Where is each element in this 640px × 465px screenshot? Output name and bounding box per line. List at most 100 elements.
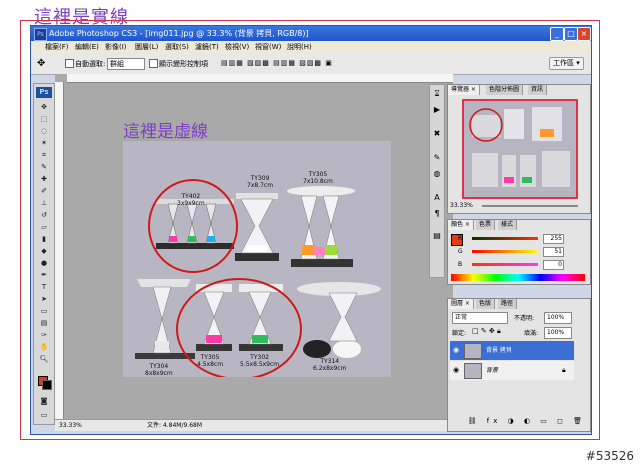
title-bar[interactable]: Ps Adobe Photoshop CS3 - [img011.jpg @ 3… [31,26,591,41]
lock-label: 鎖定: [452,330,467,337]
horizontal-ruler [67,74,453,83]
green-value[interactable]: 51 [543,247,564,257]
visibility-eye-icon[interactable]: ◉ [453,341,459,360]
character-panel-icon[interactable]: A [432,193,442,203]
menu-file[interactable]: 檔案(F) [45,41,69,54]
menu-select[interactable]: 選取(S) [165,41,189,54]
layer-thumbnail [464,343,482,359]
tab-color[interactable]: 顏色 × [448,220,474,230]
fill-input[interactable]: 100% [544,327,572,339]
layer-name[interactable]: 背景 拷貝 [486,341,512,360]
show-transform-checkbox[interactable] [149,59,158,68]
brush-tool-icon[interactable]: ✐ [37,186,51,196]
layers-footer-buttons[interactable]: ⛓ fx ◑ ◐ ▭ ◻ 🗑︎ [452,417,586,427]
blend-mode-dropdown[interactable]: 正常 [452,312,508,324]
layer-comps-icon[interactable]: ▤ [432,231,442,241]
brushes-panel-icon[interactable]: ✎ [432,153,442,163]
type-tool-icon[interactable]: T [37,282,51,292]
shape-tool-icon[interactable]: ▭ [37,306,51,316]
history-brush-icon[interactable]: ↺ [37,210,51,220]
background-color-swatch[interactable] [42,380,52,390]
move-tool-icon[interactable]: ✥ [37,102,51,112]
tab-channels[interactable]: 色版 [476,299,496,309]
notes-tool-icon[interactable]: ▤ [37,318,51,328]
menu-layer[interactable]: 圖層(L) [135,41,158,54]
document-size: 文件: 4.84M/9.68M [147,422,203,429]
menu-image[interactable]: 影像(I) [105,41,127,54]
menu-help[interactable]: 說明(H) [287,41,312,54]
zoom-tool-icon[interactable]: 🔍︎ [37,354,51,364]
red-value[interactable]: 255 [543,234,564,244]
crop-tool-icon[interactable]: ⌗ [37,150,51,160]
gradient-tool-icon[interactable]: ▮ [37,234,51,244]
blur-tool-icon[interactable]: ◆ [37,246,51,256]
lasso-tool-icon[interactable]: ◌ [37,126,51,136]
menu-view[interactable]: 檢視(V) [225,41,249,54]
paragraph-panel-icon[interactable]: ¶ [432,209,442,219]
history-panel-icon[interactable]: ⌛︎ [432,89,442,99]
tab-histogram[interactable]: 色階分佈圖 [486,85,524,95]
zoom-level[interactable]: 33.33% [59,420,82,431]
ps-logo-icon: Ps [36,87,52,98]
pen-tool-icon[interactable]: ✒ [37,270,51,280]
menu-edit[interactable]: 編輯(E) [75,41,99,54]
tab-paths[interactable]: 路徑 [498,299,518,309]
eyedropper-icon[interactable]: ✑ [37,330,51,340]
layers-panel: 圖層 × 色版 路徑 正常 不透明: 100% 鎖定: □ ✎ ✥ 🔒︎ 填滿:… [447,298,591,432]
show-transform-label: 顯示變形控制項 [159,60,208,68]
navigator-zoom-slider[interactable] [482,205,578,207]
tab-layers[interactable]: 圖層 × [448,299,474,309]
auto-select-dropdown[interactable]: 群組 [107,58,145,70]
visibility-eye-icon[interactable]: ◉ [453,361,459,380]
tab-styles[interactable]: 樣式 [498,220,518,230]
blue-slider-row: B 0 [458,260,564,270]
tab-swatches[interactable]: 色票 [476,220,496,230]
menu-bar: 檔案(F) 編輯(E) 影像(I) 圖層(L) 選取(S) 濾鏡(T) 檢視(V… [31,41,591,55]
slice-tool-icon[interactable]: ✎ [37,162,51,172]
tab-navigator[interactable]: 導覽器 × [448,85,480,95]
clone-stamp-icon[interactable]: ⊥ [37,198,51,208]
tab-info[interactable]: 資訊 [528,85,548,95]
maximize-button[interactable]: □ [564,27,578,41]
opacity-input[interactable]: 100% [544,312,572,324]
menu-window[interactable]: 視窗(W) [255,41,281,54]
image-canvas[interactable]: TY402 3x9x9cm TY309 7x8.7cm TY305 7x10.8cm … [123,141,391,380]
tool-presets-icon[interactable]: ✖ [432,129,442,139]
green-slider[interactable] [472,250,538,253]
product-label-ty314: TY314 6.2x8x9cm [313,358,347,372]
blue-slider[interactable] [472,263,538,266]
options-bar: ✥ 自動選取: 群組 顯示變形控制項 ▤▥▦ ▧▨▩ ▤▥▦ ▧▨▩ ▣ 工作區… [31,54,591,75]
opacity-label: 不透明: [514,315,535,322]
magic-wand-icon[interactable]: ✶ [37,138,51,148]
dodge-tool-icon[interactable]: ● [37,258,51,268]
layer-lock-icon: 🔒︎ [562,366,566,374]
workspace-button[interactable]: 工作區 ▾ [549,57,584,70]
blue-value[interactable]: 0 [543,260,564,270]
quick-mask-icon[interactable]: ◙ [37,396,51,406]
navigator-preview-image [469,107,570,187]
path-select-icon[interactable]: ➤ [37,294,51,304]
layer-row-selected[interactable]: ◉ 背景 拷貝 [450,341,574,360]
lock-icons[interactable]: □ ✎ ✥ 🔒︎ [472,327,501,336]
red-slider[interactable] [472,237,538,240]
eraser-tool-icon[interactable]: ▱ [37,222,51,232]
menu-filter[interactable]: 濾鏡(T) [195,41,219,54]
navigator-zoom[interactable]: 33.33% [450,202,473,209]
screen-mode-icon[interactable]: ▭ [37,410,51,420]
layer-row[interactable]: ◉ 背景 🔒︎ [450,361,574,380]
close-button[interactable]: × [577,27,591,41]
tools-panel: Ps ✥ ⬚ ◌ ✶ ⌗ ✎ ✚ ✐ ⊥ ↺ ▱ ▮ ◆ ● ✒ T ➤ ▭ ▤… [33,83,55,425]
product-label-ty302: TY302 5.5x8.5x9cm [240,354,280,368]
align-buttons[interactable]: ▤▥▦ ▧▨▩ ▤▥▦ ▧▨▩ ▣ [221,59,333,67]
minimize-button[interactable]: _ [550,27,564,41]
move-tool-icon[interactable]: ✥ [37,58,45,69]
healing-brush-icon[interactable]: ✚ [37,174,51,184]
clone-source-icon[interactable]: ◍ [432,169,442,179]
marquee-tool-icon[interactable]: ⬚ [37,114,51,124]
auto-select-checkbox[interactable] [65,59,74,68]
hand-tool-icon[interactable]: ✋ [37,342,51,352]
color-spectrum-bar[interactable] [451,274,585,281]
actions-panel-icon[interactable]: ▶ [432,105,442,115]
layer-name[interactable]: 背景 [486,361,498,380]
navigator-thumbnail[interactable] [462,99,578,199]
